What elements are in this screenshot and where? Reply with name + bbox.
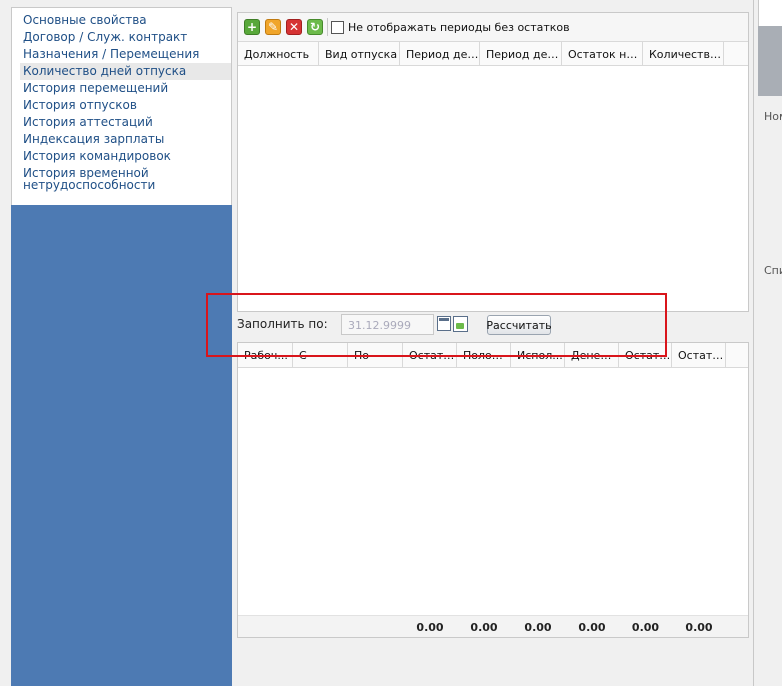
column-header[interactable]: Количество... xyxy=(643,42,724,65)
adjacent-label: Ном xyxy=(764,110,782,123)
adjacent-panel-header xyxy=(758,26,782,96)
total-cell: 0.00 xyxy=(578,621,606,634)
grid1-body xyxy=(238,66,748,311)
hide-empty-checkbox[interactable] xyxy=(331,20,344,34)
nav-item-business-trips[interactable]: История командировок xyxy=(12,148,231,165)
total-cell: 0.00 xyxy=(470,621,498,634)
fill-row: Заполнить по: 31.12.9999 Рассчитать xyxy=(237,314,749,338)
column-header[interactable]: Период дей... xyxy=(480,42,562,65)
grid1-header: Должность Вид отпуска Период дей... Пери… xyxy=(238,41,748,66)
nav-item-sick-leave-history[interactable]: История временной нетрудоспособности xyxy=(12,165,231,194)
total-cell xyxy=(238,616,293,637)
vacation-periods-grid: + ✎ ✕ ↻ Не отображать периоды без остатк… xyxy=(237,12,749,312)
nav-item-assignments[interactable]: Назначения / Перемещения xyxy=(12,46,231,63)
column-header[interactable]: Период дей... xyxy=(400,42,480,65)
grid2-body xyxy=(238,368,748,615)
nav-item-vacation-history[interactable]: История отпусков xyxy=(12,97,231,114)
total-cell: 0.00 xyxy=(685,621,713,634)
fill-date-input[interactable]: 31.12.9999 xyxy=(341,314,434,335)
hide-empty-label: Не отображать периоды без остатков xyxy=(348,20,570,34)
total-cell: 0.00 xyxy=(416,621,444,634)
balances-grid: Рабоч... С По Остато... Полож... Испол..… xyxy=(237,342,749,638)
refresh-icon[interactable]: ↻ xyxy=(307,19,323,35)
nav-item-salary-indexation[interactable]: Индексация зарплаты xyxy=(12,131,231,148)
x-icon[interactable]: ✕ xyxy=(286,19,302,35)
nav-background-panel xyxy=(11,205,232,686)
adjacent-label: Спи xyxy=(764,264,782,277)
column-header[interactable]: Остато... xyxy=(619,343,672,367)
main-panel: + ✎ ✕ ↻ Не отображать периоды без остатк… xyxy=(232,0,754,686)
column-header[interactable]: Полож... xyxy=(457,343,511,367)
grid2-header: Рабоч... С По Остато... Полож... Испол..… xyxy=(238,343,748,368)
side-nav: Основные свойства Договор / Служ. контра… xyxy=(11,7,232,205)
nav-item-certification-history[interactable]: История аттестаций xyxy=(12,114,231,131)
column-header[interactable]: Остато... xyxy=(672,343,726,367)
calendar-icon[interactable] xyxy=(437,316,451,331)
pencil-icon[interactable]: ✎ xyxy=(265,19,281,35)
grid-toolbar: + ✎ ✕ ↻ Не отображать периоды без остатк… xyxy=(238,13,748,41)
nav-item-transfer-history[interactable]: История перемещений xyxy=(12,80,231,97)
clear-date-icon[interactable] xyxy=(453,316,468,332)
column-header[interactable]: Рабоч... xyxy=(238,343,293,367)
column-header[interactable]: Должность xyxy=(238,42,319,65)
nav-item-vacation-days[interactable]: Количество дней отпуска xyxy=(20,63,231,80)
column-header[interactable]: Испол... xyxy=(511,343,565,367)
nav-item-contract[interactable]: Договор / Служ. контракт xyxy=(12,29,231,46)
plus-icon[interactable]: + xyxy=(244,19,260,35)
adjacent-panel-top xyxy=(758,0,782,26)
adjacent-panel: Ном Спи xyxy=(754,0,782,686)
calculate-button[interactable]: Рассчитать xyxy=(486,315,552,335)
column-header[interactable]: По xyxy=(348,343,403,367)
totals-row: 0.00 0.00 0.00 0.00 0.00 0.00 xyxy=(238,615,748,637)
column-header[interactable]: С xyxy=(293,343,348,367)
column-header[interactable]: Вид отпуска xyxy=(319,42,400,65)
column-header[interactable]: Остато... xyxy=(403,343,457,367)
total-cell xyxy=(293,616,348,637)
toolbar-separator xyxy=(327,18,328,36)
total-cell: 0.00 xyxy=(524,621,552,634)
nav-item-basic-properties[interactable]: Основные свойства xyxy=(12,12,231,29)
total-cell: 0.00 xyxy=(631,621,660,634)
column-header[interactable]: Остаток на ... xyxy=(562,42,643,65)
fill-label: Заполнить по: xyxy=(237,317,328,331)
column-header[interactable]: Денеж... xyxy=(565,343,619,367)
total-cell xyxy=(348,616,403,637)
